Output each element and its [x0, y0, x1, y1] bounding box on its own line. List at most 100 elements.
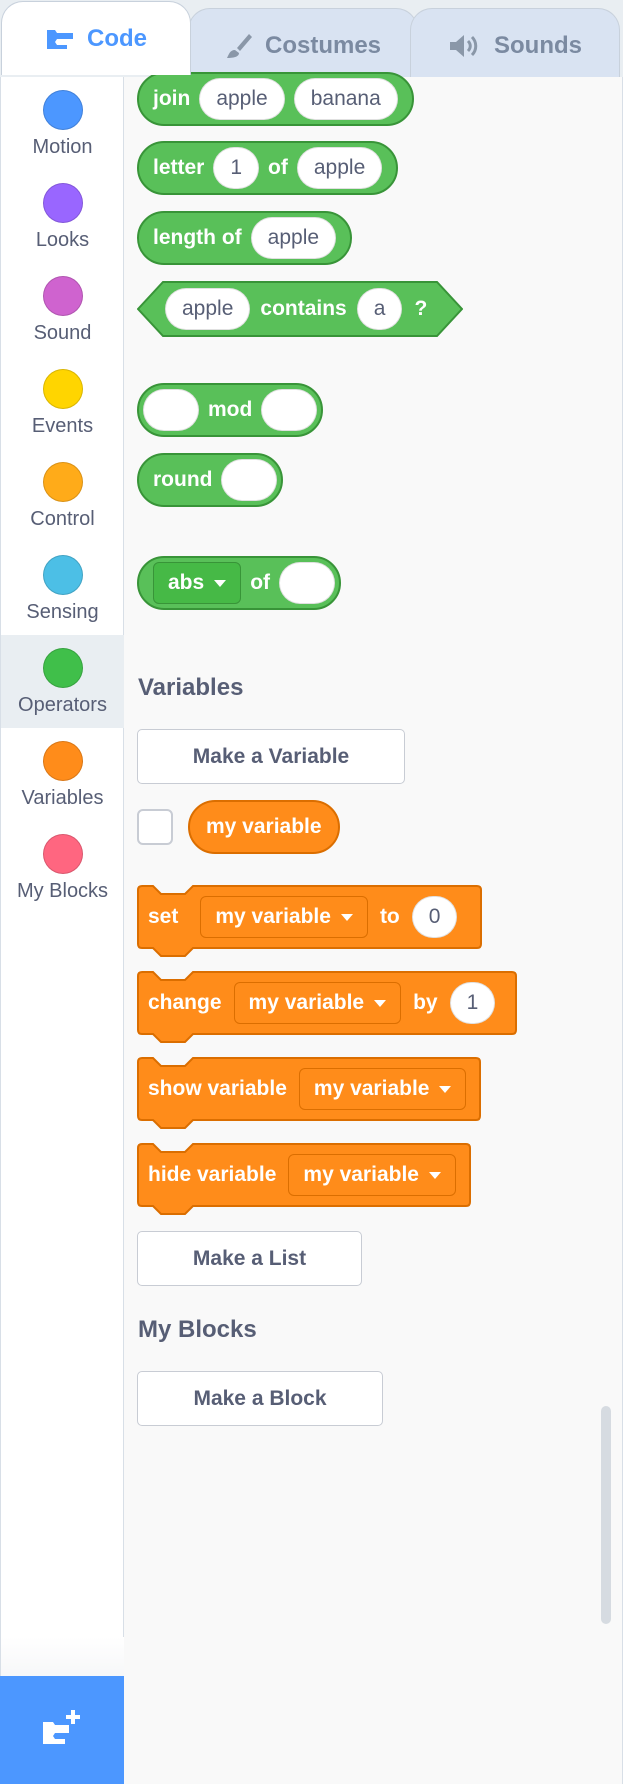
set-label: set	[148, 905, 179, 928]
sensing-dot-icon	[42, 555, 83, 595]
add-extension-icon	[39, 1708, 85, 1753]
hide-variable-dropdown[interactable]: my variable	[288, 1154, 456, 1196]
my-blocks-section-title: My Blocks	[138, 1316, 257, 1343]
category-label: My Blocks	[16, 880, 109, 902]
contains-question-mark: ?	[414, 297, 428, 320]
tab-sounds[interactable]: Sounds	[410, 8, 620, 82]
change-value-input[interactable]: 1	[449, 982, 496, 1024]
letter-label: letter	[153, 156, 205, 179]
set-variable-name: my variable	[215, 905, 331, 928]
length-of-block[interactable]: length of apple	[137, 211, 353, 265]
category-variables[interactable]: Variables	[1, 728, 124, 821]
mod-input-1[interactable]	[143, 389, 199, 431]
category-label: Events	[31, 415, 94, 437]
show-variable-name: my variable	[313, 1077, 430, 1100]
make-block-button[interactable]: Make a Block	[137, 1371, 383, 1426]
category-control[interactable]: Control	[1, 449, 124, 542]
control-dot-icon	[42, 462, 83, 502]
abs-of-block[interactable]: abs of	[137, 556, 342, 610]
round-block[interactable]: round	[137, 453, 284, 507]
category-label: Sensing	[26, 601, 99, 623]
letter-index-input[interactable]: 1	[213, 147, 260, 189]
join-input-2[interactable]: banana	[293, 78, 398, 120]
category-label: Sound	[33, 322, 92, 344]
set-variable-dropdown[interactable]: my variable	[200, 896, 368, 938]
mod-label: mod	[208, 398, 253, 421]
make-variable-button[interactable]: Make a Variable	[137, 729, 405, 784]
category-label: Control	[30, 508, 95, 530]
my-variable-reporter[interactable]: my variable	[188, 800, 340, 854]
caret-down-icon	[374, 999, 387, 1007]
show-variable-block[interactable]: show variable my variable	[137, 1057, 481, 1129]
tab-code[interactable]: Code	[1, 1, 191, 75]
math-function-value: abs	[168, 571, 205, 594]
category-sound[interactable]: Sound	[1, 263, 124, 356]
variables-section-title: Variables	[138, 674, 244, 701]
change-label: change	[148, 991, 222, 1014]
category-menu: Motion Looks Sound Events Control Sensin…	[0, 77, 124, 1784]
tab-costumes-label: Costumes	[264, 31, 382, 59]
tab-costumes[interactable]: Costumes	[188, 8, 418, 82]
hide-variable-name: my variable	[303, 1163, 419, 1186]
add-extension-button[interactable]	[0, 1676, 124, 1784]
category-label: Looks	[35, 229, 90, 251]
sound-dot-icon	[42, 276, 83, 316]
set-variable-block[interactable]: set my variable to 0	[137, 885, 482, 957]
category-looks[interactable]: Looks	[1, 170, 124, 263]
set-to-label: to	[379, 905, 400, 928]
category-my-blocks[interactable]: My Blocks	[1, 821, 124, 914]
mod-block[interactable]: mod	[137, 383, 324, 437]
palette-scrollbar[interactable]	[601, 1406, 611, 1624]
join-block[interactable]: join apple banana	[137, 72, 414, 126]
contains-label: contains	[260, 297, 347, 320]
show-variable-label: show variable	[148, 1077, 287, 1100]
length-text-input[interactable]: apple	[250, 217, 337, 259]
category-label: Variables	[21, 787, 104, 809]
category-events[interactable]: Events	[1, 356, 124, 449]
speaker-icon	[448, 33, 482, 59]
motion-dot-icon	[42, 90, 83, 130]
mod-input-2[interactable]	[261, 389, 318, 431]
letter-of-label: of	[268, 156, 288, 179]
contains-char-input[interactable]: a	[356, 288, 403, 330]
caret-down-icon	[340, 913, 353, 921]
change-by-label: by	[413, 991, 438, 1014]
looks-dot-icon	[42, 183, 83, 223]
category-motion[interactable]: Motion	[1, 77, 124, 170]
abs-input[interactable]	[279, 562, 336, 604]
show-variable-dropdown[interactable]: my variable	[298, 1068, 467, 1110]
join-label: join	[153, 87, 191, 110]
contains-block[interactable]: apple contains a ?	[137, 281, 463, 337]
letter-text-input[interactable]: apple	[296, 147, 383, 189]
editor-tabs: Code Costumes Sounds	[0, 0, 623, 82]
category-sensing[interactable]: Sensing	[1, 542, 124, 635]
brush-icon	[225, 32, 253, 60]
hide-variable-block[interactable]: hide variable my variable	[137, 1143, 471, 1215]
set-value-input[interactable]: 0	[411, 896, 458, 938]
change-variable-dropdown[interactable]: my variable	[233, 982, 402, 1024]
tab-code-label: Code	[87, 24, 147, 52]
caret-down-icon	[428, 1171, 441, 1179]
events-dot-icon	[42, 369, 83, 409]
round-input[interactable]	[221, 459, 278, 501]
contains-text-input[interactable]: apple	[165, 288, 251, 330]
round-label: round	[153, 468, 213, 491]
operators-dot-icon	[42, 648, 83, 688]
join-input-1[interactable]: apple	[199, 78, 285, 120]
hide-variable-label: hide variable	[148, 1163, 277, 1186]
change-variable-block[interactable]: change my variable by 1	[137, 971, 517, 1043]
my-blocks-dot-icon	[42, 834, 83, 874]
change-variable-name: my variable	[248, 991, 365, 1014]
category-label: Operators	[18, 694, 107, 716]
tab-sounds-label: Sounds	[494, 31, 582, 59]
make-list-button[interactable]: Make a List	[137, 1231, 362, 1286]
abs-of-label: of	[250, 571, 271, 594]
code-blocks-icon	[45, 27, 75, 51]
caret-down-icon	[439, 1085, 452, 1093]
variable-monitor-checkbox[interactable]	[137, 809, 173, 845]
category-operators[interactable]: Operators	[1, 635, 124, 728]
length-label: length of	[153, 226, 242, 249]
math-function-dropdown[interactable]: abs	[153, 562, 242, 604]
variables-dot-icon	[42, 741, 83, 781]
letter-of-block[interactable]: letter 1 of apple	[137, 141, 399, 195]
